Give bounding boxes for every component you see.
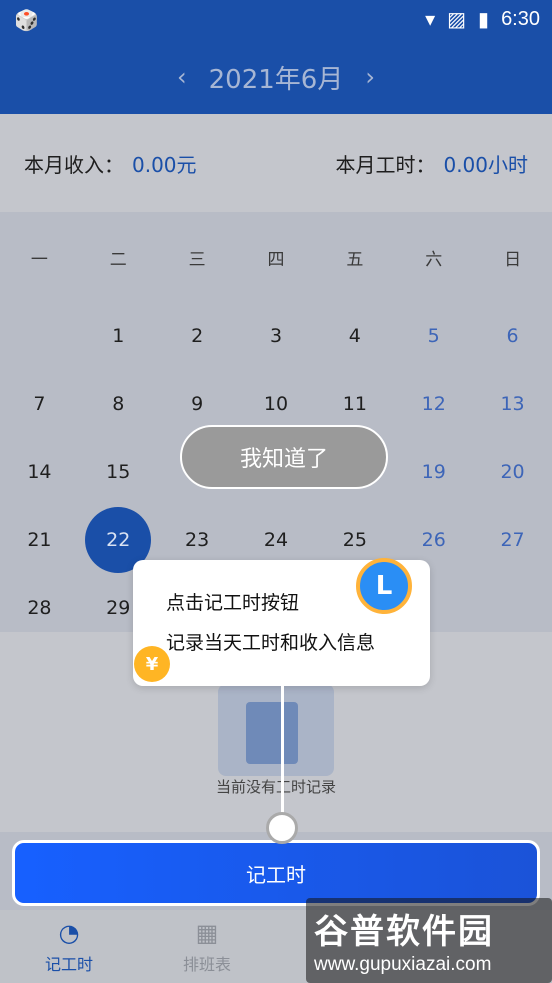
guide-pointer-line	[281, 686, 284, 822]
day-number: 3	[269, 325, 283, 347]
calendar-day[interactable]: 1	[79, 302, 158, 370]
nav-item-label: 排班表	[182, 954, 231, 974]
weekday-label: 四	[267, 249, 285, 270]
guide-pointer-dot	[266, 812, 298, 844]
hours-value: 0.00小时	[443, 152, 528, 177]
yen-coin-icon: ¥	[134, 646, 170, 682]
day-number: 15	[106, 461, 131, 483]
calendar-day[interactable]: 21	[0, 506, 79, 574]
hours-label: 本月工时：	[335, 152, 436, 177]
nav-item-label: 记工时	[44, 954, 93, 974]
month-title: 2021年6月	[208, 64, 344, 95]
calendar-day[interactable]: 5	[394, 302, 473, 370]
month-header: ‹ 2021年6月 ›	[0, 40, 552, 114]
no-sim-icon: ▨	[447, 9, 467, 31]
calendar-day[interactable]: 14	[0, 438, 79, 506]
day-number: 5	[427, 325, 440, 347]
calendar-day[interactable]: 2	[158, 302, 237, 370]
day-number: 7	[33, 393, 46, 415]
day-number: 26	[421, 529, 446, 551]
month-summary: 本月收入： 0.00元 本月工时： 0.00小时	[0, 114, 552, 212]
weekday-label: 三	[188, 249, 206, 270]
day-number: 4	[348, 325, 361, 347]
chevron-left-icon[interactable]: ‹	[177, 63, 187, 91]
calendar-day[interactable]: 12	[394, 370, 473, 438]
dismiss-guide-button[interactable]: 我知道了	[180, 425, 388, 489]
alarm-clock-icon: L	[356, 558, 412, 614]
income-value: 0.00元	[132, 152, 197, 177]
weekday-label: 六	[425, 249, 443, 270]
day-number: 24	[263, 529, 289, 551]
watermark-url: www.gupuxiazai.com	[314, 954, 492, 975]
day-number: 2	[191, 325, 204, 347]
tip-line-1: 点击记工时按钮	[166, 592, 300, 614]
day-number: 25	[342, 529, 367, 551]
day-number: 29	[106, 597, 131, 619]
weekday-label: 二	[109, 249, 127, 270]
day-number: 6	[506, 325, 519, 347]
day-number: 19	[421, 461, 446, 483]
calendar-day[interactable]: 7	[0, 370, 79, 438]
calendar-day[interactable]: 27	[473, 506, 552, 574]
day-number: 12	[421, 393, 446, 415]
clock-refresh-icon: ◔	[58, 918, 80, 947]
record-hours-button[interactable]: 记工时	[12, 840, 540, 906]
day-number: 13	[500, 393, 525, 415]
battery-icon: ▮	[478, 9, 490, 31]
weekday-label: 一	[30, 249, 48, 270]
calendar-day[interactable]: 8	[79, 370, 158, 438]
day-number: 9	[191, 393, 204, 415]
status-icons: ▾ ▨ ▮ 6:30	[425, 7, 540, 32]
day-number: 21	[27, 529, 52, 551]
day-number: 1	[112, 325, 125, 347]
calendar-day[interactable]: 20	[473, 438, 552, 506]
app-notification-icon: 🎲	[14, 8, 39, 32]
watermark: 谷普软件园 www.gupuxiazai.com	[306, 898, 552, 983]
calendar-icon: ▦	[195, 918, 219, 947]
watermark-title: 谷普软件园	[314, 913, 494, 951]
empty-document-icon	[218, 684, 334, 776]
calendar-day[interactable]: 4	[315, 302, 394, 370]
day-number: 27	[500, 529, 525, 551]
calendar-day[interactable]: 6	[473, 302, 552, 370]
nav-item-schedule[interactable]: ▦ 排班表	[138, 910, 276, 983]
calendar-day[interactable]: 3	[237, 302, 316, 370]
calendar-day[interactable]: 15	[79, 438, 158, 506]
income-label: 本月收入：	[24, 152, 124, 177]
day-number: 23	[185, 529, 210, 551]
chevron-right-icon[interactable]: ›	[365, 63, 375, 91]
day-number: 14	[27, 461, 52, 483]
day-number: 11	[342, 393, 367, 415]
weekday-label: 五	[346, 249, 364, 270]
status-bar: 🎲 ▾ ▨ ▮ 6:30	[0, 0, 552, 40]
calendar-day[interactable]: 13	[473, 370, 552, 438]
weekday-header: 一 二 三 四 五 六 日	[0, 212, 552, 302]
status-time: 6:30	[501, 8, 540, 30]
weekday-label: 日	[504, 249, 522, 270]
day-number: 28	[27, 597, 52, 619]
nav-item-record[interactable]: ◔ 记工时	[0, 910, 138, 983]
empty-state-text: 当前没有工时记录	[215, 778, 336, 796]
day-number: 20	[500, 461, 525, 483]
tip-line-2: 记录当天工时和收入信息	[166, 632, 376, 654]
calendar-day[interactable]: 19	[394, 438, 473, 506]
wifi-icon: ▾	[425, 9, 436, 31]
day-number: 10	[263, 393, 289, 415]
calendar-empty-cell	[0, 302, 79, 370]
day-number: 8	[112, 393, 125, 415]
